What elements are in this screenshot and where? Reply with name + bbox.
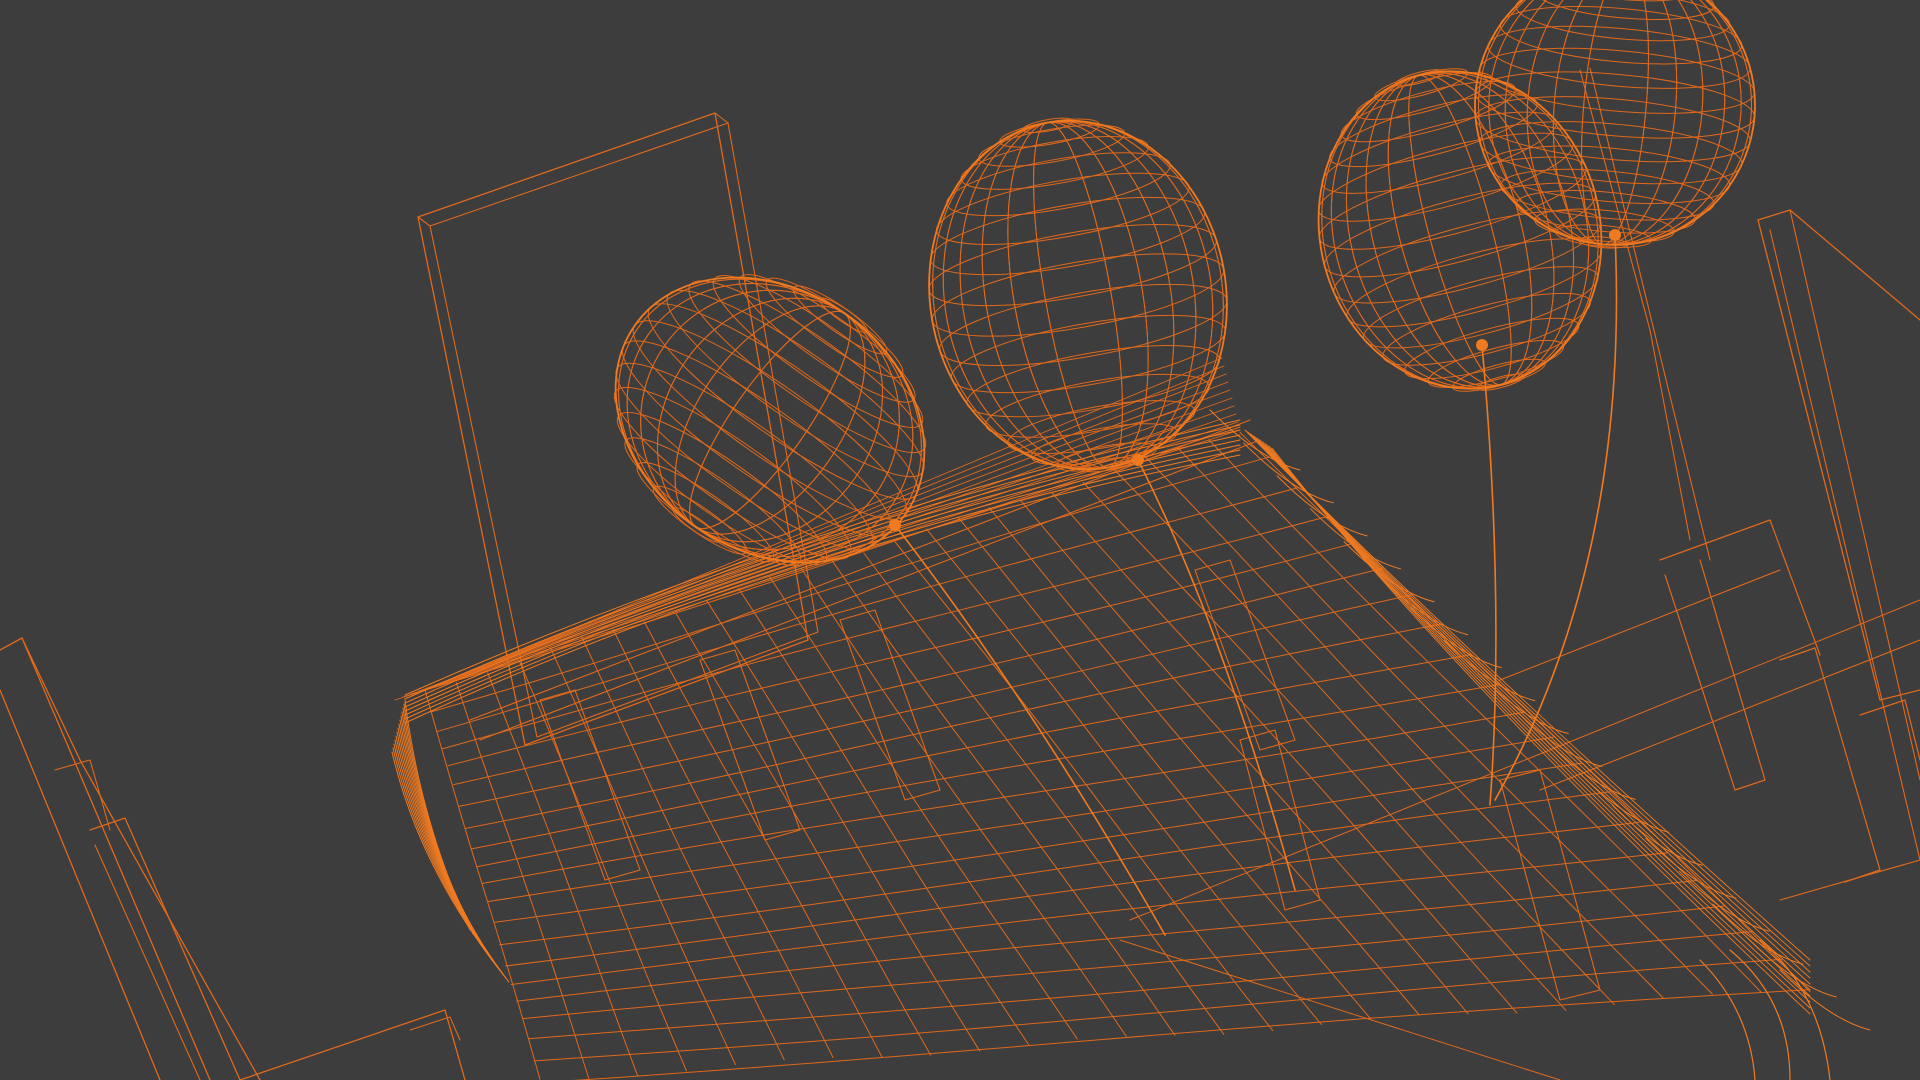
table-frame[interactable] bbox=[469, 419, 1601, 1080]
3d-viewport[interactable] bbox=[0, 0, 1920, 1080]
wireframe-scene[interactable] bbox=[0, 0, 1920, 1080]
balloon-1[interactable] bbox=[558, 215, 1166, 936]
chair-back-left[interactable] bbox=[417, 112, 819, 746]
chair-left-edge[interactable] bbox=[0, 637, 261, 1080]
chair-bottom[interactable] bbox=[239, 1009, 466, 1080]
balloon-3[interactable] bbox=[1283, 36, 1638, 806]
